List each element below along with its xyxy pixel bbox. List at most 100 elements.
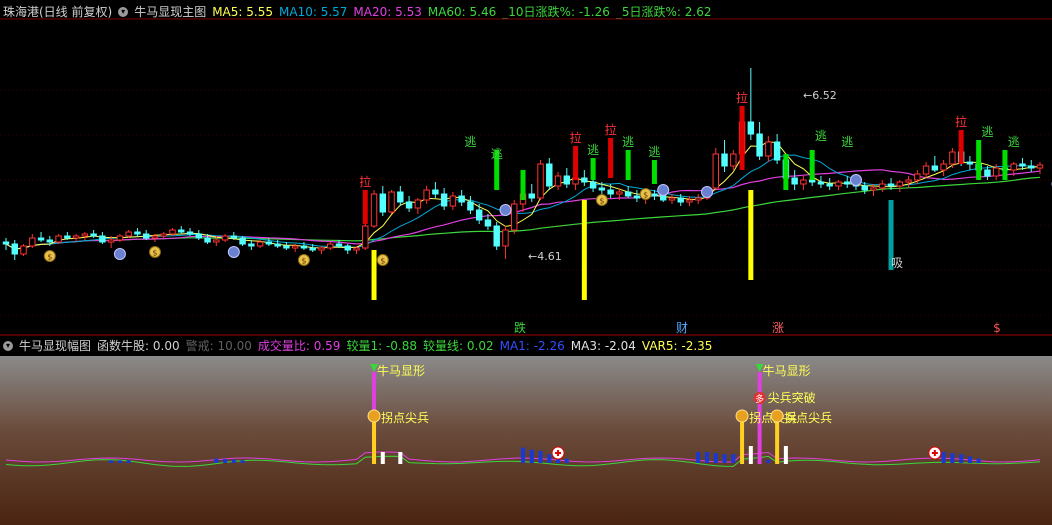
candle[interactable] [449, 192, 457, 210]
candle[interactable] [563, 168, 571, 188]
candle[interactable] [695, 194, 702, 204]
candle[interactable] [966, 156, 974, 170]
candle[interactable] [826, 178, 833, 190]
var5-label: VAR5: [641, 339, 678, 353]
candle[interactable] [397, 186, 404, 206]
fall-label: 跌 [514, 320, 526, 335]
signal-glyph: 逃 [1008, 135, 1020, 149]
candle[interactable] [195, 230, 202, 240]
main-price-chart[interactable]: 拉拉拉拉拉逃逃 逃逃逃逃 逃逃逃吸←6.52←4.61$ $$ $$$跌财涨 $ [0, 0, 1052, 336]
candle-body [896, 181, 904, 187]
candle[interactable] [730, 150, 737, 170]
candle[interactable] [581, 170, 588, 186]
candle[interactable] [458, 190, 465, 206]
candle[interactable] [756, 122, 763, 160]
var5-value: -2.35 [681, 339, 713, 353]
candle[interactable] [248, 240, 255, 250]
candle[interactable] [817, 176, 825, 188]
candle[interactable] [379, 186, 387, 216]
candle[interactable] [546, 158, 553, 190]
signal-glyph: 逃 [464, 135, 476, 149]
candle[interactable] [440, 188, 448, 210]
candle[interactable] [511, 200, 518, 234]
candle[interactable] [37, 232, 45, 242]
candle[interactable] [475, 204, 483, 224]
candle[interactable] [747, 68, 755, 140]
candle-body [484, 219, 492, 227]
candle-body [151, 235, 159, 239]
candle-body [274, 243, 281, 247]
candle[interactable] [791, 170, 798, 190]
candle[interactable] [318, 246, 325, 254]
sub-indicator-chart[interactable]: 牛马显形拐点尖兵牛马显形拐点尖兵拐点尖兵多尖兵突破 [0, 336, 1052, 525]
candle[interactable] [554, 172, 562, 190]
candle[interactable] [344, 244, 351, 254]
candle[interactable] [765, 136, 772, 162]
candle[interactable] [99, 232, 106, 244]
candle[interactable] [931, 156, 939, 172]
candle[interactable] [879, 180, 886, 192]
candle-body [178, 229, 185, 233]
candle-body [195, 233, 202, 239]
candle[interactable] [11, 240, 18, 260]
candle[interactable] [896, 180, 904, 192]
candle[interactable] [528, 184, 535, 202]
candle[interactable] [178, 226, 185, 234]
candle[interactable] [134, 228, 141, 236]
volume-bar [109, 460, 114, 463]
candle[interactable] [55, 234, 62, 244]
candle[interactable] [624, 186, 632, 198]
candle[interactable] [835, 180, 842, 190]
candle[interactable] [116, 234, 124, 242]
vol1-readout: 较量1: -0.88 [346, 337, 417, 355]
candle[interactable] [844, 176, 851, 188]
candle[interactable] [81, 232, 89, 240]
signal-glyph: 逃 [622, 135, 634, 149]
money-bag-symbol: $ [152, 249, 157, 258]
candle[interactable] [2, 238, 10, 250]
volume-bar [214, 458, 219, 463]
candle-body [1028, 165, 1035, 169]
candle[interactable] [160, 232, 167, 238]
candle[interactable] [712, 148, 719, 190]
candle[interactable] [668, 194, 676, 204]
candle[interactable] [239, 236, 246, 246]
candle[interactable] [327, 242, 334, 250]
candle[interactable] [414, 198, 422, 214]
candle[interactable] [940, 160, 947, 176]
candle[interactable] [773, 134, 781, 164]
candle[interactable] [537, 160, 544, 200]
volume-bar [240, 460, 245, 463]
candle[interactable] [29, 234, 36, 248]
candle[interactable] [370, 190, 378, 228]
candle[interactable] [90, 230, 97, 238]
candle[interactable] [800, 176, 807, 190]
signal-glyph: 拉 [570, 130, 582, 145]
candle-body [887, 183, 895, 187]
sub-indicator-menu-icon[interactable]: ▾ [3, 341, 13, 351]
candle[interactable] [72, 234, 80, 242]
candle[interactable] [922, 162, 930, 178]
candle[interactable] [362, 224, 369, 250]
candle[interactable] [905, 176, 912, 188]
candle[interactable] [283, 242, 290, 250]
candle[interactable] [142, 230, 150, 240]
candle[interactable] [405, 196, 413, 212]
candle[interactable] [221, 234, 229, 242]
candle[interactable] [467, 196, 474, 214]
candle-body [659, 195, 667, 201]
candle[interactable] [502, 226, 509, 259]
candle[interactable] [721, 140, 728, 172]
candle[interactable] [1036, 162, 1044, 174]
money-bag-icon: $ [43, 250, 56, 262]
candle[interactable] [633, 190, 641, 202]
candle[interactable] [1028, 160, 1035, 172]
candle[interactable] [388, 190, 395, 214]
candle[interactable] [20, 244, 27, 256]
sub-indicator-name[interactable]: 牛马显现幅图 [19, 337, 91, 355]
candle[interactable] [493, 222, 500, 250]
turn-label: 拐点尖兵 [784, 410, 832, 425]
candle[interactable] [432, 182, 439, 198]
candle-body [81, 233, 89, 237]
candle[interactable] [423, 186, 430, 204]
